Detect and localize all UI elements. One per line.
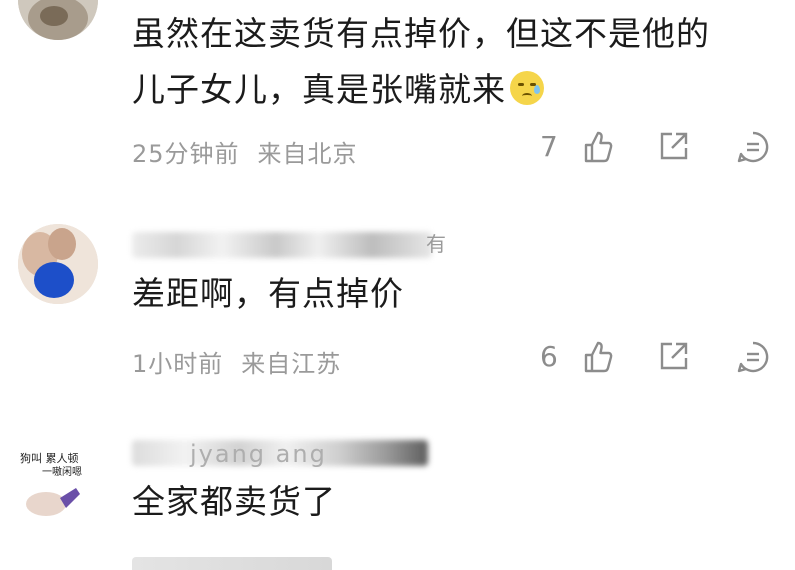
avatar[interactable]: 狗叫 累人顿 一嗷闲嗯: [16, 440, 100, 524]
reply-bubble-icon[interactable]: [736, 340, 770, 374]
avatar-caption: 一嗷闲嗯: [42, 467, 82, 478]
comment-meta: 25分钟前 来自北京: [132, 134, 376, 169]
comment-text: 差距啊，有点掉价: [132, 274, 404, 313]
username-fragment: jyang ang: [190, 440, 327, 468]
comment-time: 25分钟前: [132, 140, 240, 168]
share-icon[interactable]: [658, 340, 690, 372]
share-icon[interactable]: [658, 130, 690, 162]
thumbs-up-icon[interactable]: [582, 130, 614, 164]
comment-text: 虽然在这卖货有点掉价，但这不是他的: [132, 14, 710, 53]
comment-text: 全家都卖货了: [132, 482, 336, 521]
avatar-image: [26, 488, 80, 516]
thumbs-up-icon[interactable]: [582, 340, 614, 374]
avatar-caption: 狗叫 累人顿: [20, 452, 79, 465]
avatar-image: [18, 0, 98, 40]
avatar-image: [18, 224, 98, 304]
reply-bubble-icon[interactable]: [736, 130, 770, 164]
comment-actions: 7: [532, 130, 782, 170]
comment-meta-cutoff: [132, 556, 782, 570]
like-count: 7: [540, 130, 558, 163]
comment-time: 1小时前: [132, 350, 224, 378]
username-blurred[interactable]: [132, 232, 432, 258]
comment-location: 来自江苏: [241, 350, 342, 378]
avatar[interactable]: [18, 224, 98, 304]
comment-meta: 1小时前 来自江苏: [132, 344, 359, 379]
comment-text: 儿子女儿，真是张嘴就来: [132, 62, 765, 118]
comment-location: 来自北京: [257, 140, 358, 168]
avatar[interactable]: [18, 0, 98, 40]
username-fragment: 有: [426, 232, 446, 256]
cold-sweat-emoji-icon: [510, 71, 544, 105]
like-count: 6: [540, 340, 558, 373]
comment-actions: 6: [532, 340, 782, 380]
